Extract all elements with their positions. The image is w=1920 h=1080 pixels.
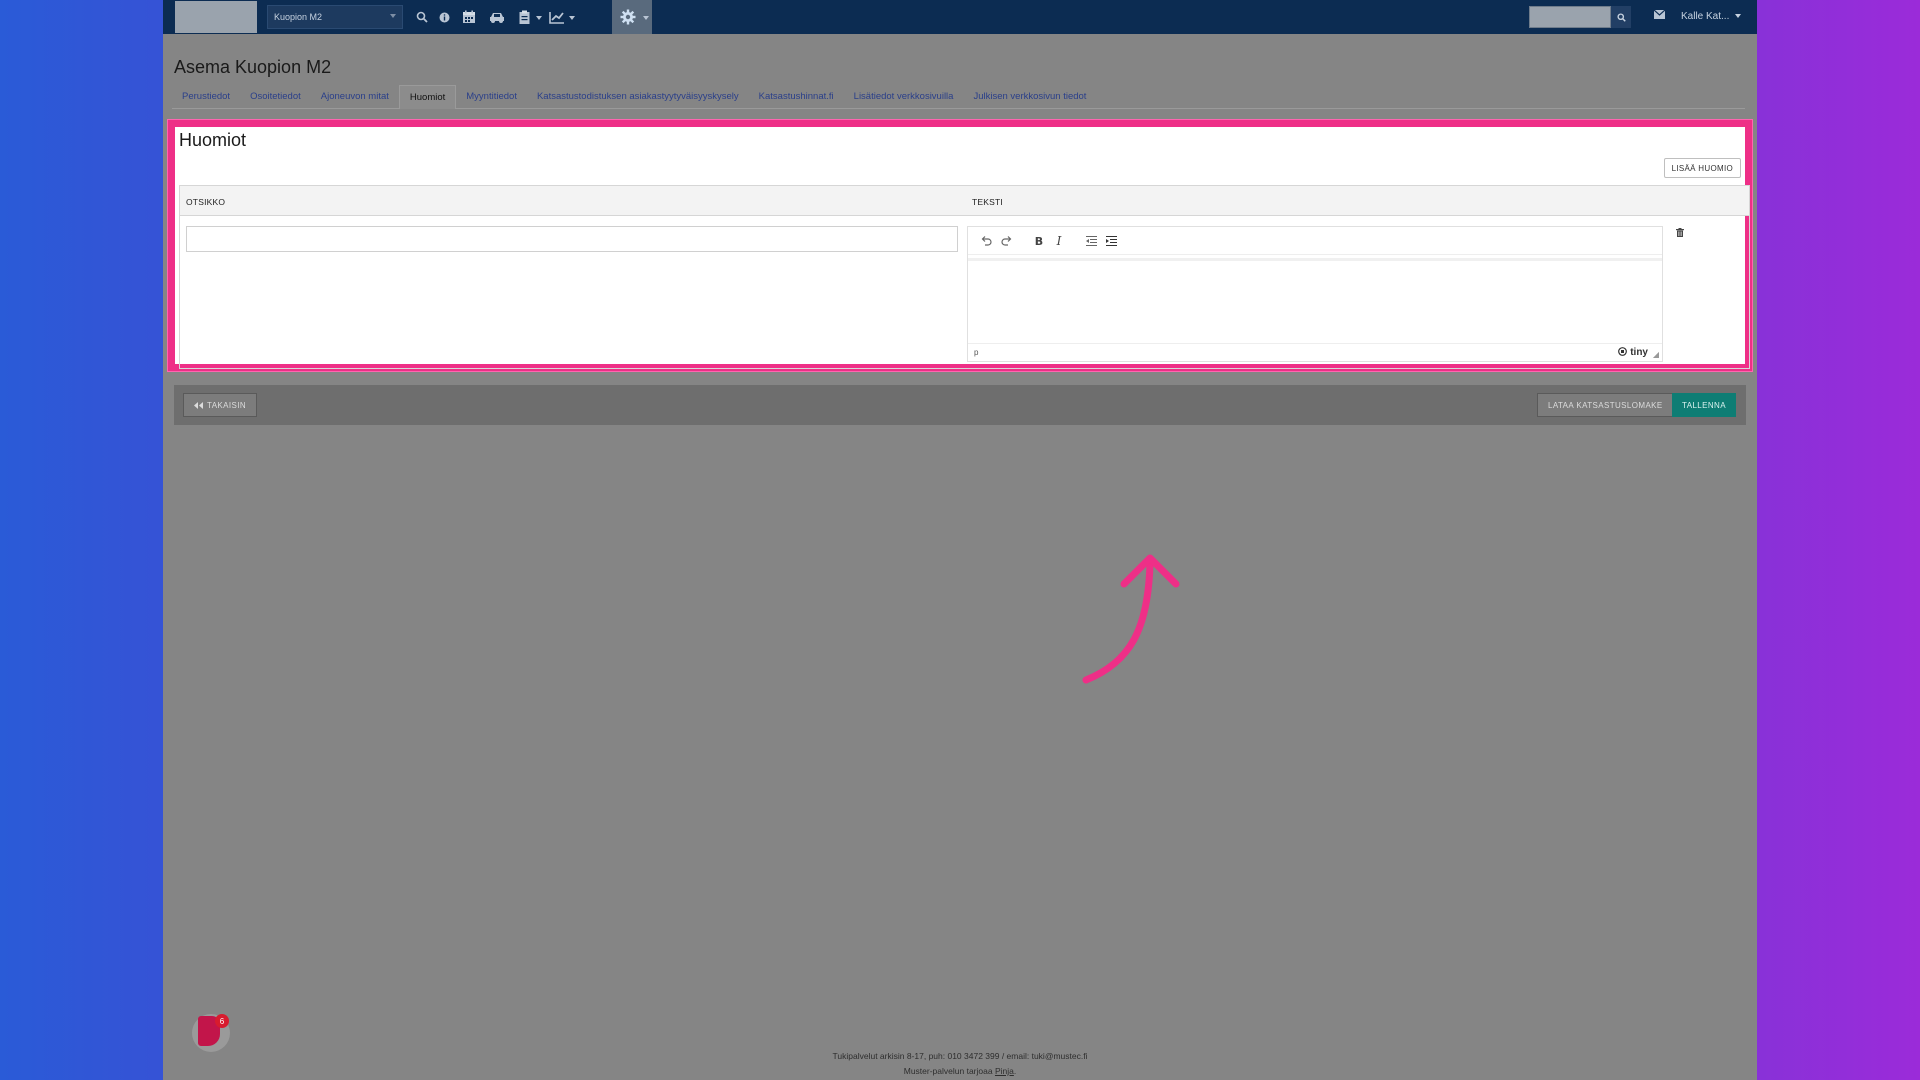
indent-icon[interactable] bbox=[1103, 233, 1119, 249]
info-icon[interactable] bbox=[435, 8, 453, 26]
tab-katsastushinnat[interactable]: Katsastushinnat.fi bbox=[749, 85, 844, 109]
chevron-down-icon bbox=[390, 14, 396, 18]
resize-handle-icon[interactable]: ◢ bbox=[1653, 350, 1659, 359]
table-header: OTSIKKO TEKSTI bbox=[180, 186, 1749, 216]
trash-icon[interactable] bbox=[1676, 228, 1684, 240]
column-header-text: TEKSTI bbox=[972, 197, 1003, 207]
element-path: p bbox=[974, 348, 979, 357]
back-button[interactable]: TAKAISIN bbox=[183, 393, 258, 417]
tab-asiakastyytyvaisyyskysely[interactable]: Katsastustodistuksen asiakastyytyväisyys… bbox=[527, 85, 749, 109]
footer-provider: Muster-palvelun tarjoaa Pinja. bbox=[0, 1066, 1920, 1076]
clipboard-icon[interactable] bbox=[515, 8, 533, 26]
editor-toolbar: B I bbox=[968, 227, 1662, 255]
footer-provider-text: Muster-palvelun tarjoaa bbox=[903, 1066, 993, 1076]
search-button[interactable] bbox=[1611, 6, 1631, 28]
tiny-logo: tiny bbox=[1618, 347, 1648, 358]
footer-support: Tukipalvelut arkisin 8-17, puh: 010 3472… bbox=[832, 1051, 1088, 1061]
page-title: Asema Kuopion M2 bbox=[174, 57, 332, 77]
global-search bbox=[1529, 6, 1631, 28]
add-note-button[interactable]: LISÄÄ HUOMIO bbox=[1663, 158, 1741, 178]
tab-osoitetiedot[interactable]: Osoitetiedot bbox=[240, 85, 311, 109]
highlight-arrow bbox=[1082, 554, 1180, 684]
search-icon bbox=[1616, 12, 1626, 22]
chevron-down-icon bbox=[643, 16, 649, 20]
tab-huomiot[interactable]: Huomiot bbox=[398, 85, 457, 109]
search-input[interactable] bbox=[1529, 6, 1611, 28]
note-title-input[interactable] bbox=[186, 226, 958, 252]
tab-lisatiedot-verkkosivuilla[interactable]: Lisätiedot verkkosivuilla bbox=[844, 85, 964, 109]
column-header-title: OTSIKKO bbox=[186, 197, 226, 207]
search-icon[interactable] bbox=[413, 8, 431, 26]
car-icon[interactable] bbox=[486, 8, 508, 26]
tab-myyntitiedot[interactable]: Myyntitiedot bbox=[456, 85, 527, 109]
footer-provider-suffix: . bbox=[1013, 1066, 1017, 1076]
tab-bar: Perustiedot Osoitetiedot Ajoneuvon mitat… bbox=[172, 85, 1745, 109]
download-form-button[interactable]: LATAA KATSASTUSLOMAKE bbox=[1537, 393, 1674, 417]
user-name: Kalle Kat... bbox=[1681, 11, 1730, 22]
rich-text-editor: B I p tiny ◢ bbox=[967, 226, 1663, 362]
gear-icon[interactable] bbox=[619, 8, 637, 26]
notes-panel: Huomiot LISÄÄ HUOMIO OTSIKKO TEKSTI B I bbox=[168, 120, 1752, 371]
editor-body[interactable] bbox=[968, 258, 1662, 338]
station-select[interactable]: Kuopion M2 bbox=[267, 5, 403, 29]
top-navbar: Kuopion M2 Kalle Kat... bbox=[163, 0, 1757, 34]
tab-perustiedot[interactable]: Perustiedot bbox=[172, 85, 240, 109]
bold-icon[interactable]: B bbox=[1031, 233, 1047, 249]
provider-link[interactable]: Pinja bbox=[995, 1066, 1014, 1076]
outdent-icon[interactable] bbox=[1083, 233, 1099, 249]
app-badge[interactable]: 6 bbox=[192, 1014, 230, 1052]
notification-count: 6 bbox=[215, 1014, 229, 1028]
tiny-label: tiny bbox=[1630, 347, 1648, 358]
user-menu[interactable]: Kalle Kat... bbox=[1681, 11, 1742, 22]
station-select-value: Kuopion M2 bbox=[274, 12, 323, 22]
brand-logo[interactable] bbox=[175, 1, 257, 33]
action-bar: TAKAISIN LATAA KATSASTUSLOMAKE TALLENNA bbox=[174, 385, 1746, 425]
tab-ajoneuvon-mitat[interactable]: Ajoneuvon mitat bbox=[311, 85, 399, 109]
back-button-label: TAKAISIN bbox=[207, 400, 247, 410]
panel-title: Huomiot bbox=[179, 130, 247, 150]
italic-icon[interactable]: I bbox=[1051, 233, 1067, 249]
editor-statusbar: p tiny ◢ bbox=[968, 343, 1662, 361]
redo-icon[interactable] bbox=[999, 233, 1015, 249]
chevron-down-icon bbox=[1735, 14, 1742, 19]
chevron-down-icon bbox=[569, 16, 575, 20]
tab-julkisen-verkkosivun-tiedot[interactable]: Julkisen verkkosivun tiedot bbox=[963, 85, 1096, 109]
calendar-icon[interactable] bbox=[460, 8, 478, 26]
undo-icon[interactable] bbox=[978, 233, 994, 249]
chevron-down-icon bbox=[536, 16, 542, 20]
chart-line-icon[interactable] bbox=[547, 8, 567, 26]
backward-icon bbox=[194, 401, 203, 409]
save-button[interactable]: TALLENNA bbox=[1672, 393, 1736, 417]
notes-table: OTSIKKO TEKSTI B I p tiny ◢ bbox=[179, 185, 1750, 369]
envelope-icon[interactable] bbox=[1653, 9, 1666, 22]
